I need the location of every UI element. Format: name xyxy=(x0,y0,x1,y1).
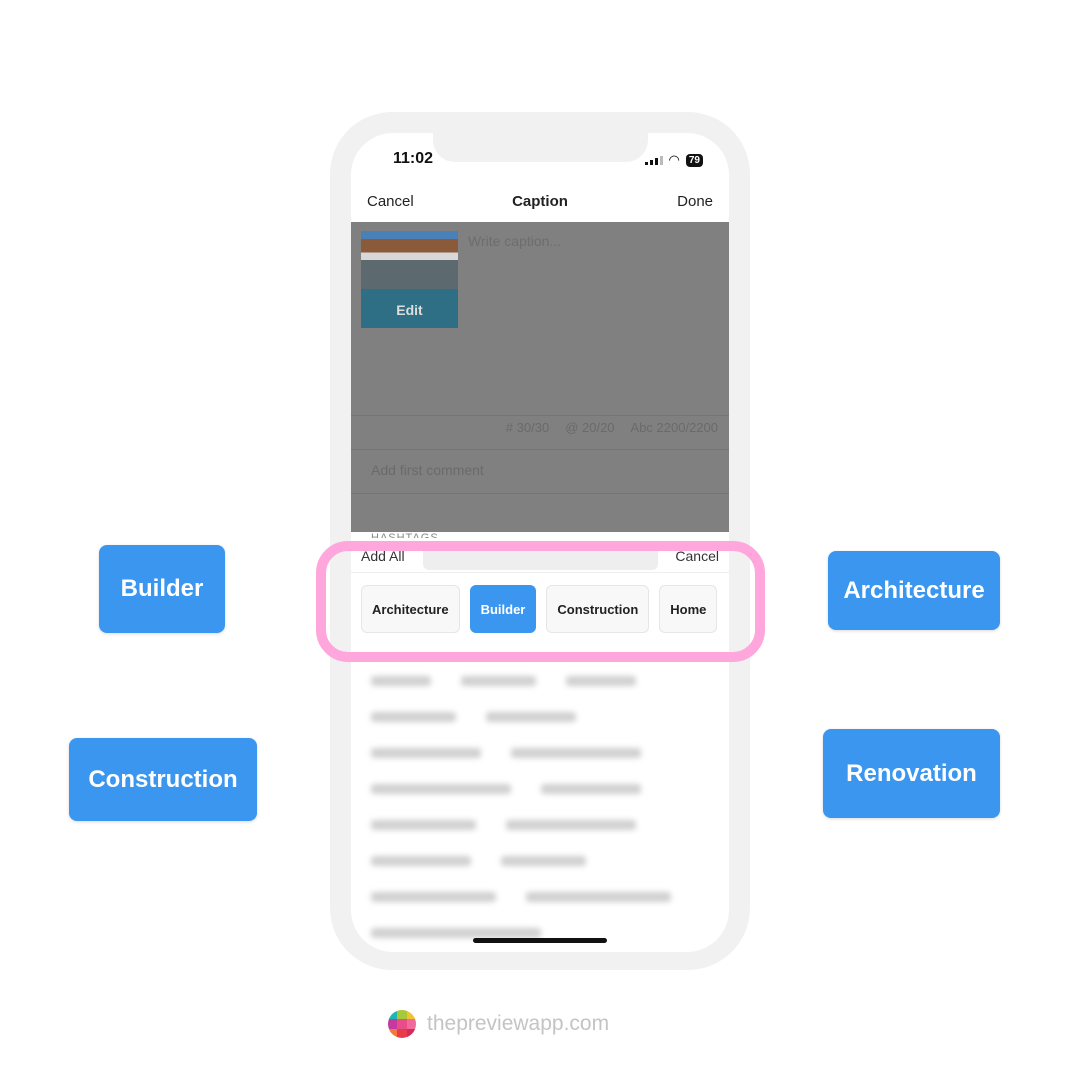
done-button[interactable]: Done xyxy=(677,193,713,210)
logo-cell xyxy=(406,1010,416,1020)
nav-bar: Cancel Caption Done xyxy=(351,191,729,221)
hashtag-count: # 30/30 xyxy=(505,420,550,435)
divider xyxy=(351,493,729,494)
logo-cell xyxy=(406,1019,416,1029)
status-icons: ◠ 79 xyxy=(644,152,703,168)
divider xyxy=(351,449,729,450)
brand-logo-icon xyxy=(388,1010,416,1038)
mention-count: @ 20/20 xyxy=(565,420,615,435)
first-comment-input[interactable]: Add first comment xyxy=(371,462,484,478)
logo-cell xyxy=(388,1028,398,1038)
logo-cell xyxy=(406,1028,416,1038)
callout-architecture: Architecture xyxy=(828,551,1000,630)
battery-icon: 79 xyxy=(685,153,703,167)
logo-cell xyxy=(397,1019,407,1029)
page-title: Caption xyxy=(512,193,568,210)
callout-renovation: Renovation xyxy=(823,729,1000,818)
callout-construction: Construction xyxy=(69,738,257,821)
dimmed-overlay: Edit Write caption... # 30/30 @ 20/20 Ab… xyxy=(351,222,729,532)
logo-cell xyxy=(388,1010,398,1020)
hashtags-heading: HASHTAGS xyxy=(371,532,439,538)
wifi-icon: ◠ xyxy=(668,152,680,167)
logo-cell xyxy=(397,1028,407,1038)
counters: # 30/30 @ 20/20 Abc 2200/2200 xyxy=(506,420,718,435)
signal-icon xyxy=(644,155,663,165)
notch xyxy=(433,133,648,162)
logo-cell xyxy=(388,1019,398,1029)
edit-label: Edit xyxy=(396,302,423,318)
blurred-hashtag-list xyxy=(351,663,729,951)
highlight-outline xyxy=(316,541,765,662)
callout-builder: Builder xyxy=(99,545,225,633)
brand-url: thepreviewapp.com xyxy=(427,1012,610,1035)
post-thumbnail[interactable]: Edit xyxy=(361,231,458,328)
caption-input[interactable]: Write caption... xyxy=(468,233,561,249)
brand-footer: thepreviewapp.com xyxy=(388,1010,609,1038)
char-count: Abc 2200/2200 xyxy=(630,420,718,435)
status-time: 11:02 xyxy=(393,150,434,167)
divider xyxy=(351,415,729,416)
logo-cell xyxy=(397,1010,407,1020)
home-indicator xyxy=(473,938,607,943)
